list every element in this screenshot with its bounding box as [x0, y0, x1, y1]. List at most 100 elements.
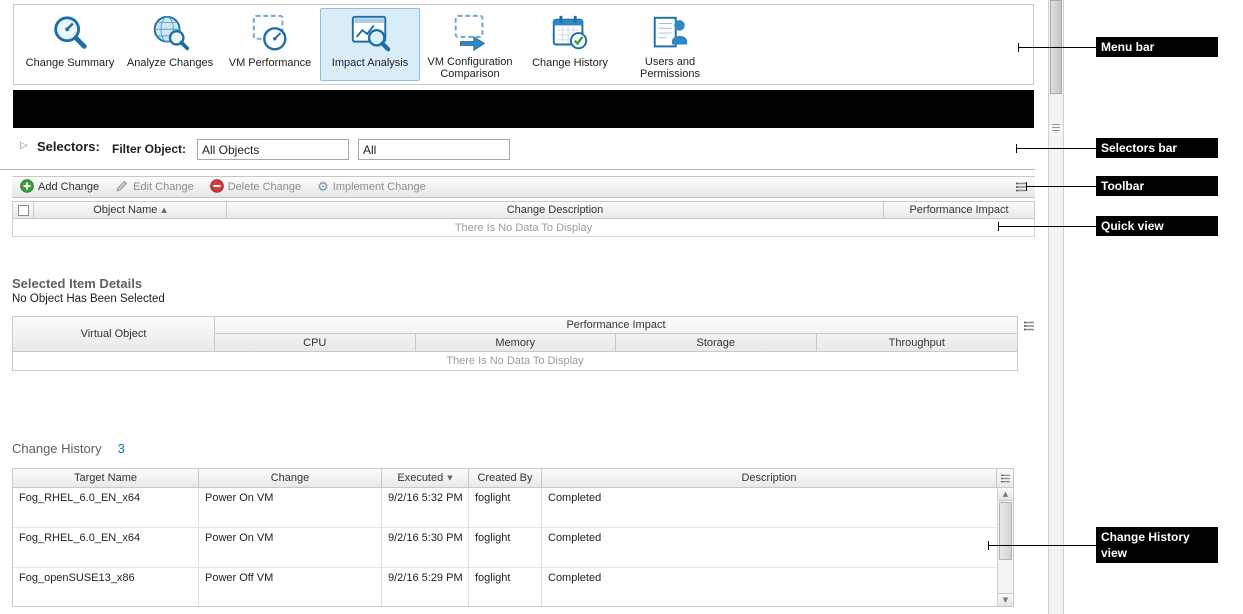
- cell-executed: 9/2/16 5:29 PM: [382, 568, 469, 606]
- add-change-label: Add Change: [38, 181, 99, 193]
- annotation-tick-quick-view: [998, 222, 999, 231]
- sort-descending-icon: ▼: [447, 474, 452, 482]
- column-header-label: Executed: [397, 472, 443, 484]
- implement-change-label: Implement Change: [333, 181, 426, 193]
- scrollbar-thumb[interactable]: [999, 502, 1012, 560]
- table-row[interactable]: Fog_RHEL_6.0_EN_x64 Power On VM 9/2/16 5…: [13, 488, 997, 528]
- cell-created-by: foglight: [469, 528, 542, 567]
- scrollbar-grip-icon: [1052, 124, 1060, 133]
- scroll-down-button[interactable]: ▼: [998, 593, 1013, 606]
- analyze-changes-icon: [148, 11, 192, 57]
- table-row[interactable]: Fog_openSUSE13_x86 Power Off VM 9/2/16 5…: [13, 568, 997, 606]
- change-history-body: Fog_RHEL_6.0_EN_x64 Power On VM 9/2/16 5…: [13, 488, 997, 606]
- selected-item-details-title: Selected Item Details: [12, 276, 142, 291]
- column-header-change[interactable]: Change: [199, 469, 382, 487]
- column-header-label: Change Description: [507, 204, 604, 216]
- column-header-throughput[interactable]: Throughput: [817, 334, 1018, 351]
- annotation-line-menu-bar: [1018, 47, 1096, 48]
- quick-view-table: Object Name ▲ Change Description Perform…: [12, 201, 1035, 237]
- menu-item-label: VM Performance: [229, 57, 312, 69]
- add-change-icon: [20, 179, 34, 196]
- column-header-object-name[interactable]: Object Name ▲: [34, 202, 227, 218]
- annotation-label-toolbar: Toolbar: [1096, 176, 1218, 196]
- column-header-target-name[interactable]: Target Name: [13, 469, 199, 487]
- quick-view-empty-message: There Is No Data To Display: [13, 219, 1034, 237]
- annotation-tick-change-history-view: [988, 541, 989, 550]
- cell-created-by: foglight: [469, 568, 542, 606]
- filter-object-input[interactable]: [197, 139, 349, 160]
- column-header-label: Change: [271, 472, 310, 484]
- selectors-title: Selectors:: [37, 139, 100, 154]
- cell-change: Power On VM: [199, 528, 382, 567]
- vm-performance-icon: [248, 11, 292, 57]
- table-row[interactable]: Fog_RHEL_6.0_EN_x64 Power On VM 9/2/16 5…: [13, 528, 997, 568]
- selectors-expander-icon[interactable]: ▷: [20, 140, 28, 151]
- change-history-icon: [548, 11, 592, 57]
- menu-item-vm-configuration-comparison[interactable]: VM Configuration Comparison: [420, 8, 520, 81]
- scroll-up-button[interactable]: ▲: [998, 488, 1013, 501]
- column-header-executed[interactable]: Executed ▼: [382, 469, 469, 487]
- filter-object-label: Filter Object:: [112, 142, 186, 156]
- change-history-table: Target Name Change Executed ▼ Created By…: [12, 468, 1014, 607]
- page-scrollbar[interactable]: [1048, 0, 1064, 614]
- annotation-line-selectors-bar: [1016, 148, 1096, 149]
- delete-change-button[interactable]: Delete Change: [210, 179, 301, 196]
- menu-bar: Change Summary Analyze Changes VM Perfor…: [13, 4, 1034, 85]
- menu-item-change-history[interactable]: Change History: [520, 8, 620, 81]
- column-header-description[interactable]: Description: [542, 469, 997, 487]
- edit-change-label: Edit Change: [133, 181, 194, 193]
- column-header-change-description[interactable]: Change Description: [227, 202, 884, 218]
- column-header-label: Performance Impact: [909, 204, 1008, 216]
- column-header-storage[interactable]: Storage: [616, 334, 817, 351]
- menu-item-users-and-permissions[interactable]: Users and Permissions: [620, 8, 720, 81]
- cell-description: Completed: [542, 528, 997, 567]
- implement-change-icon: ⚙: [317, 181, 329, 194]
- change-summary-icon: [48, 11, 92, 57]
- menu-item-change-summary[interactable]: Change Summary: [20, 8, 120, 81]
- performance-impact-subheaders: CPU Memory Storage Throughput: [215, 334, 1017, 351]
- menu-item-label: Change History: [532, 57, 608, 69]
- selected-item-details-header: Virtual Object Performance Impact CPU Me…: [13, 317, 1017, 351]
- vm-configuration-comparison-icon: [448, 11, 492, 56]
- cell-executed: 9/2/16 5:32 PM: [382, 488, 469, 527]
- annotation-line-change-history-view: [988, 545, 1096, 546]
- column-header-memory[interactable]: Memory: [416, 334, 617, 351]
- cell-created-by: foglight: [469, 488, 542, 527]
- annotation-label-menu-bar: Menu bar: [1096, 37, 1218, 57]
- annotation-line-toolbar: [1026, 186, 1096, 187]
- performance-impact-group: Performance Impact CPU Memory Storage Th…: [215, 317, 1017, 351]
- annotation-label-selectors-bar: Selectors bar: [1096, 138, 1218, 158]
- add-change-button[interactable]: Add Change: [20, 179, 99, 196]
- column-header-label: Object Name: [93, 204, 157, 216]
- select-all-checkbox[interactable]: [18, 205, 29, 216]
- details-customizer-icon[interactable]: [1021, 319, 1037, 333]
- impact-analysis-icon: [348, 11, 392, 57]
- delete-change-icon: [210, 179, 224, 196]
- change-history-count-badge[interactable]: 3: [118, 441, 125, 456]
- menu-item-impact-analysis[interactable]: Impact Analysis: [320, 8, 420, 81]
- change-history-header-row: Target Name Change Executed ▼ Created By…: [13, 469, 1013, 488]
- annotation-tick-toolbar: [1026, 182, 1027, 191]
- select-all-cell: [13, 202, 34, 218]
- selected-item-details-subtitle: No Object Has Been Selected: [12, 293, 165, 305]
- column-header-label: Created By: [477, 472, 532, 484]
- filter-scope-input[interactable]: [358, 139, 510, 160]
- column-header-label: Target Name: [74, 472, 137, 484]
- change-history-title: Change History: [12, 441, 102, 456]
- edit-change-button[interactable]: Edit Change: [115, 179, 194, 196]
- menu-item-label: Change Summary: [26, 57, 115, 69]
- menu-item-label: Analyze Changes: [127, 57, 213, 69]
- menu-item-vm-performance[interactable]: VM Performance: [220, 8, 320, 81]
- change-history-scrollbar[interactable]: ▲ ▼: [997, 488, 1013, 606]
- column-header-performance-impact[interactable]: Performance Impact: [884, 202, 1034, 218]
- selected-item-details-table: Virtual Object Performance Impact CPU Me…: [12, 316, 1018, 371]
- column-header-cpu[interactable]: CPU: [215, 334, 416, 351]
- annotation-line-quick-view: [998, 226, 1096, 227]
- black-banner: [13, 90, 1034, 128]
- column-header-created-by[interactable]: Created By: [469, 469, 542, 487]
- column-header-virtual-object[interactable]: Virtual Object: [13, 317, 215, 351]
- change-history-customizer-icon[interactable]: [997, 471, 1013, 485]
- selectors-bar: ▷ Selectors: Filter Object:: [0, 128, 1035, 170]
- menu-item-analyze-changes[interactable]: Analyze Changes: [120, 8, 220, 81]
- implement-change-button[interactable]: ⚙ Implement Change: [317, 181, 426, 194]
